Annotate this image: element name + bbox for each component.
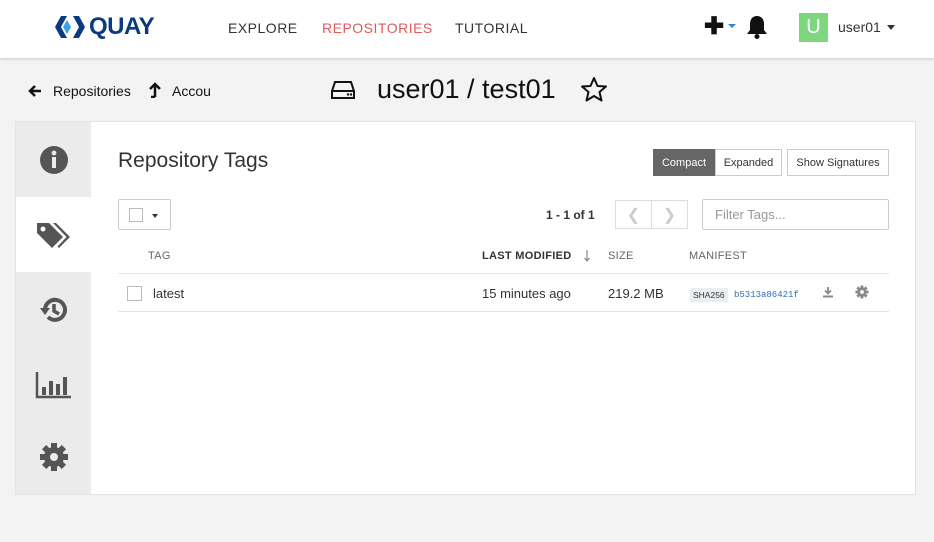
up-arrow-icon[interactable] xyxy=(148,82,162,103)
user-avatar[interactable]: U xyxy=(799,13,828,42)
repository-panel: Repository Tags Compact Expanded Show Si… xyxy=(15,121,916,495)
quay-logo-icon xyxy=(55,16,85,38)
create-menu-caret-icon[interactable] xyxy=(728,24,736,28)
usage-chart-icon xyxy=(35,371,71,398)
tag-name[interactable]: latest xyxy=(153,286,184,301)
nav-tutorial[interactable]: TUTORIAL xyxy=(455,20,528,36)
tag-size: 219.2 MB xyxy=(608,286,664,301)
column-header-last-modified[interactable]: LAST MODIFIED xyxy=(482,250,571,262)
quay-logo[interactable]: QUAY xyxy=(55,10,155,44)
previous-page-button[interactable]: ❮ xyxy=(615,200,652,229)
pagination-range: 1 - 1 of 1 xyxy=(546,208,595,222)
repository-hdd-icon xyxy=(331,80,355,105)
history-icon xyxy=(39,297,67,322)
column-header-size[interactable]: SIZE xyxy=(608,250,634,262)
back-arrow-icon[interactable] xyxy=(28,84,42,103)
tag-last-modified: 15 minutes ago xyxy=(482,286,571,301)
info-icon xyxy=(39,145,68,174)
column-header-manifest[interactable]: MANIFEST xyxy=(689,250,747,262)
sort-descending-icon[interactable] xyxy=(584,249,590,267)
tab-history[interactable] xyxy=(16,272,91,347)
compact-view-button[interactable]: Compact xyxy=(653,149,715,176)
tab-usage-logs[interactable] xyxy=(16,347,91,422)
row-checkbox[interactable] xyxy=(127,286,142,301)
breadcrumb-repositories[interactable]: Repositories xyxy=(53,83,131,99)
manifest-digest-link[interactable]: b5313a86421f xyxy=(734,288,799,302)
expanded-view-button[interactable]: Expanded xyxy=(715,149,782,176)
select-all-checkbox[interactable] xyxy=(129,208,143,222)
show-signatures-button[interactable]: Show Signatures xyxy=(787,149,889,176)
breadcrumb-account[interactable]: Accou xyxy=(172,83,211,99)
create-new-plus-icon[interactable]: ✚ xyxy=(704,14,724,40)
fetch-tag-download-icon[interactable] xyxy=(822,285,834,303)
username-menu[interactable]: user01 xyxy=(838,19,881,35)
top-navbar: QUAY EXPLORE REPOSITORIES TUTORIAL ✚ U u… xyxy=(0,0,934,58)
column-header-tag[interactable]: TAG xyxy=(148,250,171,262)
filter-tags-input[interactable] xyxy=(702,199,889,230)
tags-icon xyxy=(36,222,70,248)
user-menu-caret-icon[interactable] xyxy=(887,25,895,30)
header-divider xyxy=(118,273,889,274)
tab-information[interactable] xyxy=(16,122,91,197)
select-all-dropdown[interactable] xyxy=(118,199,171,230)
settings-gear-icon xyxy=(39,442,68,471)
page-title: Repository Tags xyxy=(118,149,269,172)
tab-tags[interactable] xyxy=(16,197,91,272)
chevron-down-icon[interactable] xyxy=(152,214,158,218)
repository-title: user01 / test01 xyxy=(377,74,556,104)
star-repo-icon[interactable] xyxy=(580,76,608,107)
repository-sidebar xyxy=(16,122,91,494)
nav-explore[interactable]: EXPLORE xyxy=(228,20,298,36)
next-page-button[interactable]: ❯ xyxy=(651,200,688,229)
notifications-bell-icon[interactable] xyxy=(746,15,768,44)
tab-settings[interactable] xyxy=(16,419,91,494)
brand-name: QUAY xyxy=(89,13,155,40)
digest-type-badge: SHA256 xyxy=(690,288,728,302)
row-divider xyxy=(118,311,889,312)
tag-options-gear-icon[interactable] xyxy=(855,285,869,304)
nav-repositories[interactable]: REPOSITORIES xyxy=(322,20,433,36)
